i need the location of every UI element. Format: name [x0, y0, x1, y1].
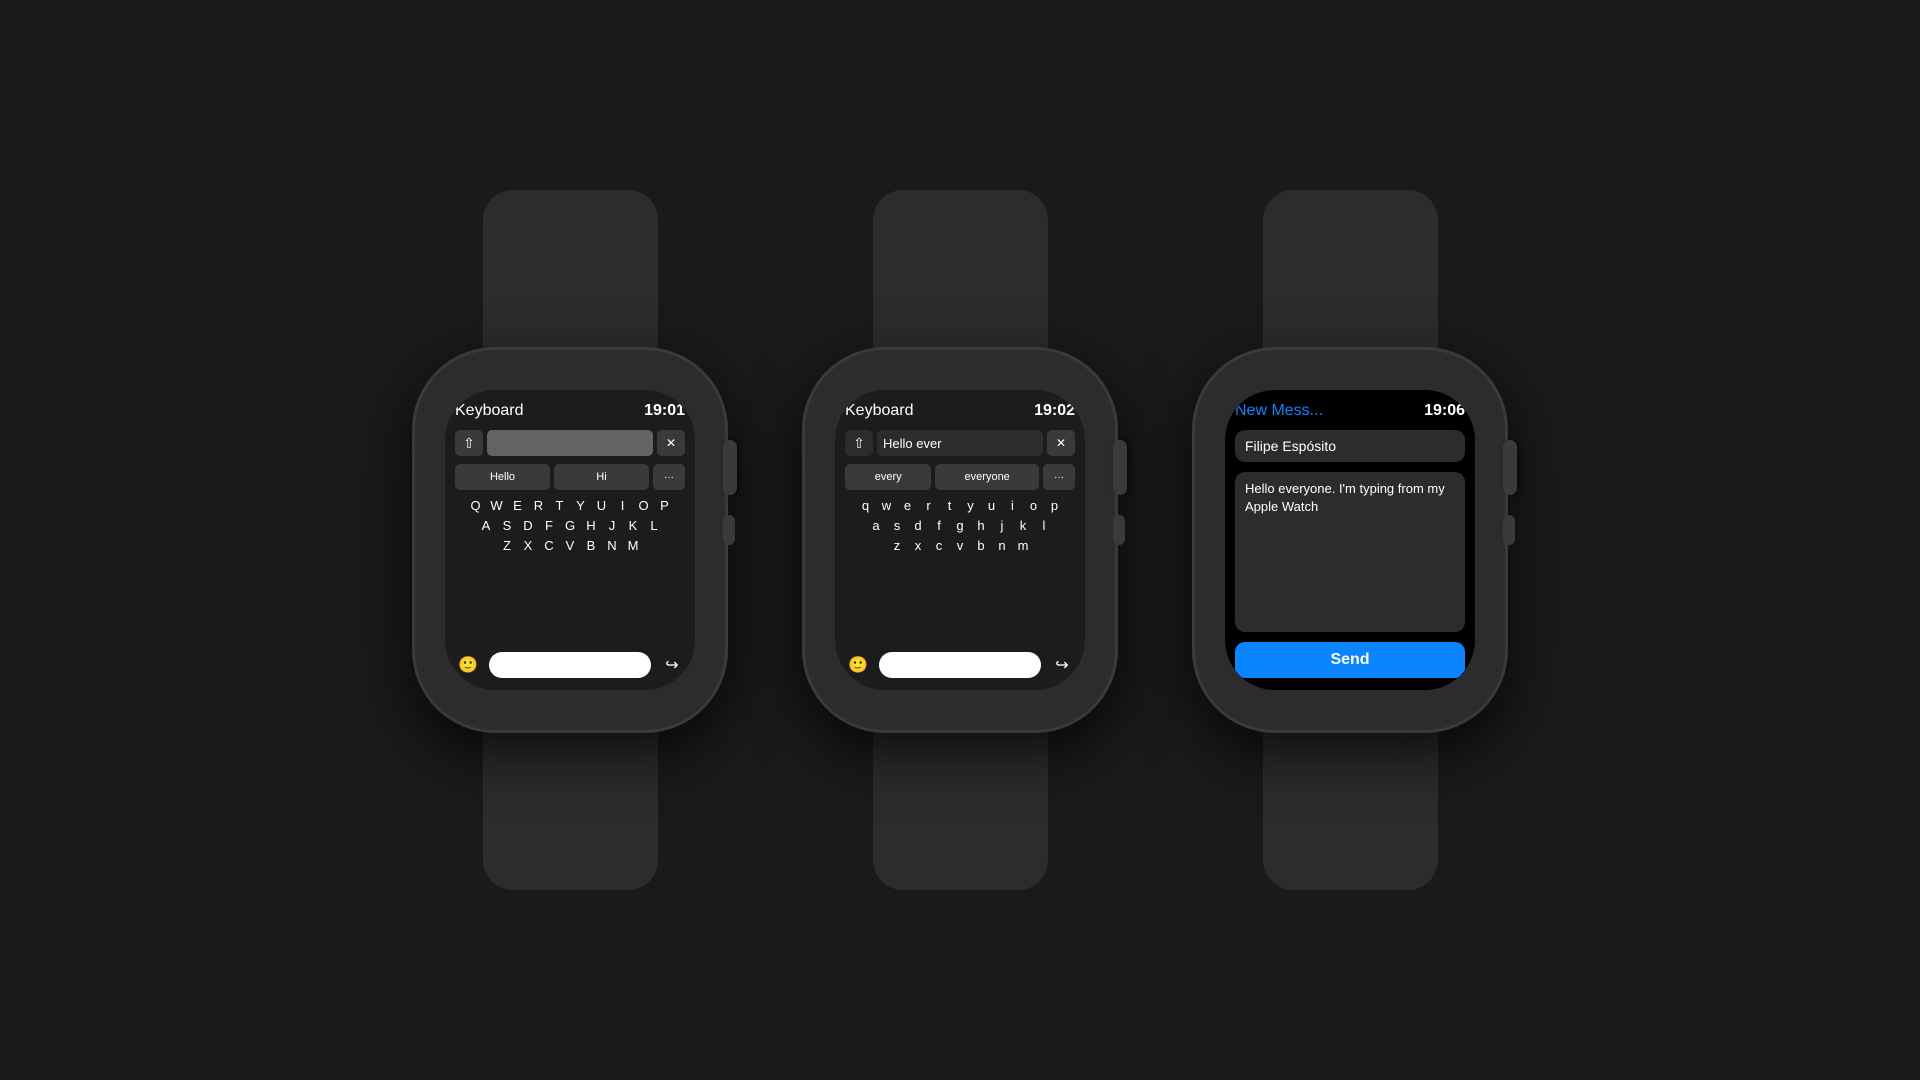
watch-band-top-2 [873, 190, 1048, 350]
screen-header-1: Keyboard 19:01 [455, 402, 685, 420]
watch-3: New Mess... 19:06 Filipe Espósito Hello … [1195, 190, 1505, 890]
watch-side-button-1 [723, 515, 735, 545]
more-suggestions-2[interactable]: ··· [1043, 464, 1075, 490]
send-icon-1[interactable]: ↪ [659, 652, 685, 678]
bottom-row-2: 🙂 ↪ [845, 652, 1075, 678]
watch-band-bottom-2 [873, 730, 1048, 890]
watch-side-button-2 [1113, 515, 1125, 545]
watch-screen-3: New Mess... 19:06 Filipe Espósito Hello … [1225, 390, 1475, 690]
watch-side-button-3 [1503, 515, 1515, 545]
key-row-2-3: z x c v b n m [845, 538, 1075, 553]
screen-time-2: 19:02 [1034, 402, 1075, 420]
watch-screen-2: Keyboard 19:02 ⇧ Hello ever ✕ every [835, 390, 1085, 690]
keyboard-1: Q W E R T Y U I O P A S D [455, 498, 685, 553]
key-row-1-2: A S D F G H J K L [455, 518, 685, 533]
suggestion-everyone[interactable]: everyone [935, 464, 1039, 490]
suggestion-every[interactable]: every [845, 464, 931, 490]
text-input-1[interactable] [487, 430, 653, 456]
screen-header-3: New Mess... 19:06 [1235, 402, 1465, 420]
screen-title-2: Keyboard [845, 402, 914, 420]
watch-crown-2 [1113, 440, 1127, 495]
watch-body-2: Keyboard 19:02 ⇧ Hello ever ✕ every [805, 350, 1115, 730]
shift-button-1[interactable]: ⇧ [455, 430, 483, 456]
screen-time-3: 19:06 [1424, 402, 1465, 420]
watch-1: Keyboard 19:01 ⇧ ✕ Hello Hi [415, 190, 725, 890]
watch-band-top-3 [1263, 190, 1438, 350]
watch-crown-1 [723, 440, 737, 495]
watch-band-bottom-3 [1263, 730, 1438, 890]
emoji-button-2[interactable]: 🙂 [845, 652, 871, 678]
shift-button-2[interactable]: ⇧ [845, 430, 873, 456]
screen-header-2: Keyboard 19:02 [845, 402, 1075, 420]
screen-content-2: Keyboard 19:02 ⇧ Hello ever ✕ every [835, 390, 1085, 690]
input-row-1: ⇧ ✕ [455, 430, 685, 456]
watch-screen-1: Keyboard 19:01 ⇧ ✕ Hello Hi [445, 390, 695, 690]
emoji-button-1[interactable]: 🙂 [455, 652, 481, 678]
watch-2: Keyboard 19:02 ⇧ Hello ever ✕ every [805, 190, 1115, 890]
delete-button-2[interactable]: ✕ [1047, 430, 1075, 456]
watch-crown-3 [1503, 440, 1517, 495]
contact-name: Filipe Espósito [1235, 430, 1465, 462]
watch-band-bottom-1 [483, 730, 658, 890]
screen-content-1: Keyboard 19:01 ⇧ ✕ Hello Hi [445, 390, 695, 690]
message-text: Hello everyone. I'm typing from my Apple… [1235, 472, 1465, 632]
screen-title-1: Keyboard [455, 402, 524, 420]
key-row-2-2: a s d f g h j k l [845, 518, 1075, 533]
screen-content-3: New Mess... 19:06 Filipe Espósito Hello … [1225, 390, 1475, 690]
keyboard-2: q w e r t y u i o p a s d [845, 498, 1075, 553]
key-row-1-3: Z X C V B N M [455, 538, 685, 553]
send-icon-2[interactable]: ↪ [1049, 652, 1075, 678]
suggestion-hello[interactable]: Hello [455, 464, 550, 490]
suggestion-hi[interactable]: Hi [554, 464, 649, 490]
suggestions-row-2: every everyone ··· [845, 464, 1075, 490]
key-row-2-1: q w e r t y u i o p [845, 498, 1075, 513]
watch-body-1: Keyboard 19:01 ⇧ ✕ Hello Hi [415, 350, 725, 730]
key-row-1-1: Q W E R T Y U I O P [455, 498, 685, 513]
space-bar-1[interactable] [489, 652, 651, 678]
screen-time-1: 19:01 [644, 402, 685, 420]
space-bar-2[interactable] [879, 652, 1041, 678]
watch-body-3: New Mess... 19:06 Filipe Espósito Hello … [1195, 350, 1505, 730]
delete-button-1[interactable]: ✕ [657, 430, 685, 456]
text-input-2[interactable]: Hello ever [877, 430, 1043, 456]
send-button[interactable]: Send [1235, 642, 1465, 678]
watch-band-top-1 [483, 190, 658, 350]
more-suggestions-1[interactable]: ··· [653, 464, 685, 490]
bottom-row-1: 🙂 ↪ [455, 652, 685, 678]
suggestions-row-1: Hello Hi ··· [455, 464, 685, 490]
screen-title-3: New Mess... [1235, 402, 1323, 420]
input-row-2: ⇧ Hello ever ✕ [845, 430, 1075, 456]
